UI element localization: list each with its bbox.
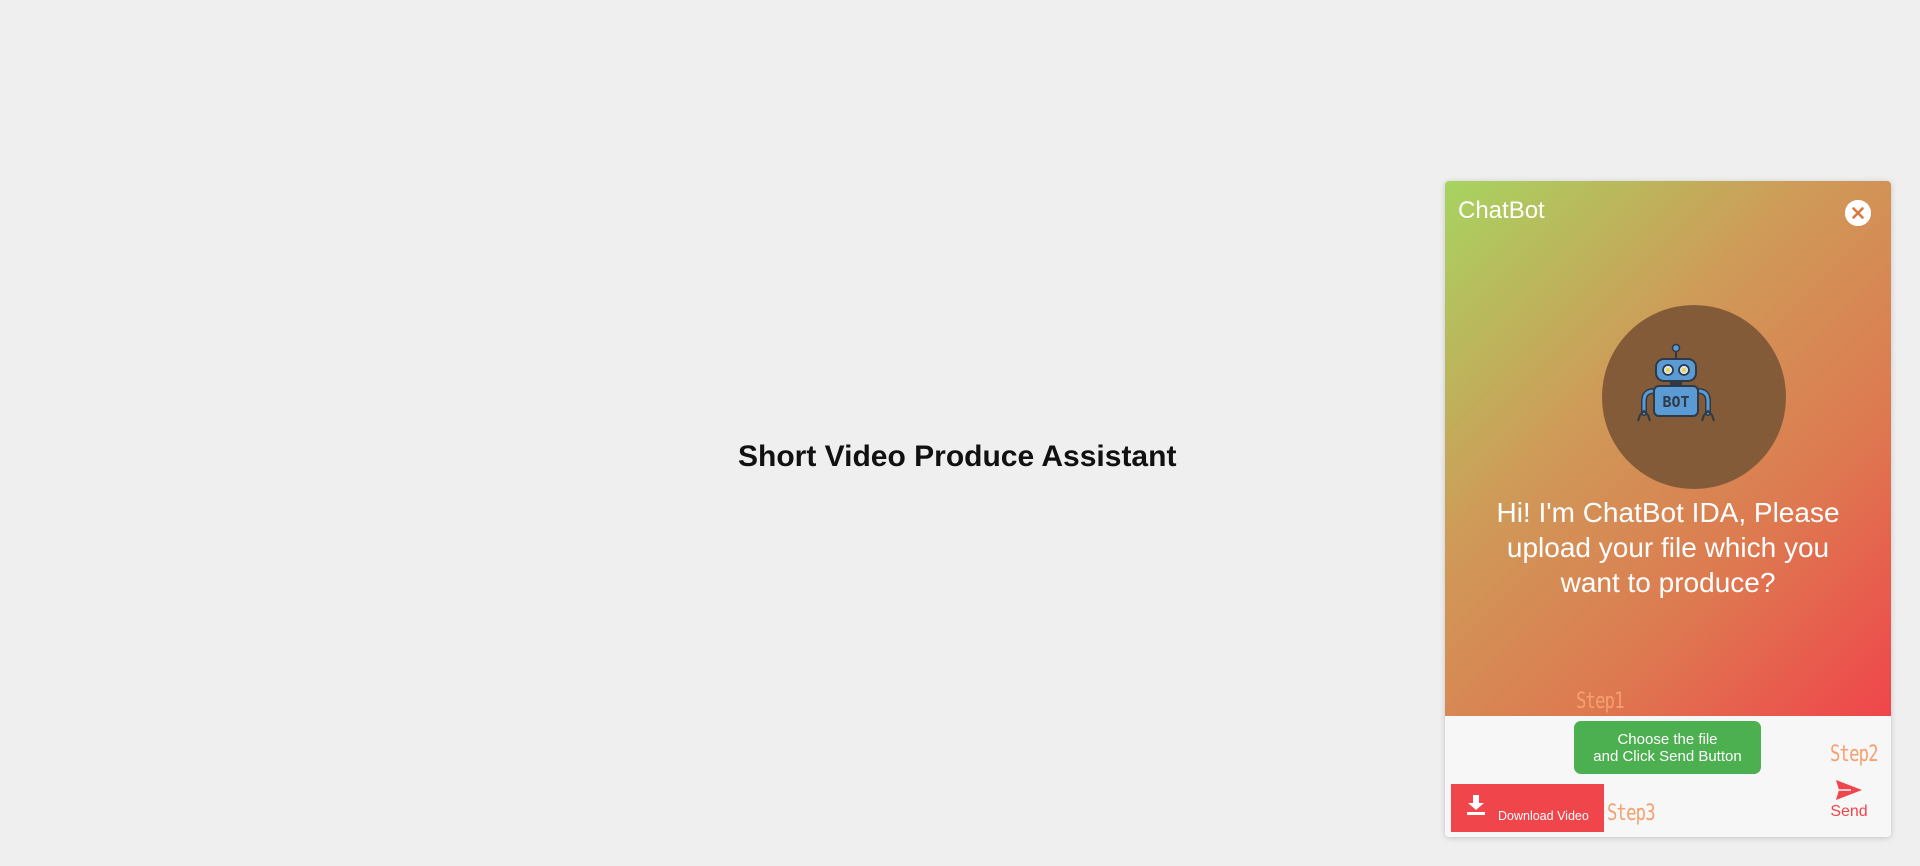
choose-file-label-line1: Choose the file — [1617, 730, 1718, 748]
chatbot-panel: ChatBot BOT Hi! I'm ChatBot IDA, Please … — [1445, 181, 1891, 837]
send-label: Send — [1830, 803, 1868, 820]
close-icon — [1845, 200, 1871, 226]
send-button[interactable]: Send — [1823, 775, 1875, 825]
download-video-button[interactable]: Download Video — [1451, 784, 1604, 832]
page-title: Short Video Produce Assistant — [738, 440, 1177, 473]
step2-label: Step2 — [1830, 742, 1879, 767]
paper-plane-icon — [1836, 780, 1862, 800]
choose-file-button[interactable]: Choose the file and Click Send Button — [1574, 721, 1761, 774]
choose-file-label-line2: and Click Send Button — [1593, 747, 1742, 765]
bot-avatar: BOT — [1602, 305, 1786, 489]
step3-label: Step3 — [1607, 801, 1656, 826]
close-button[interactable] — [1845, 200, 1871, 226]
chatbot-header-title: ChatBot — [1458, 197, 1545, 224]
download-video-label: Download Video — [1498, 809, 1589, 823]
bot-badge-text: BOT — [1662, 393, 1689, 411]
robot-icon: BOT — [1637, 343, 1715, 422]
download-icon — [1467, 795, 1485, 815]
chatbot-body: ChatBot BOT Hi! I'm ChatBot IDA, Please … — [1445, 181, 1891, 716]
chatbot-greeting: Hi! I'm ChatBot IDA, Please upload your … — [1496, 497, 1840, 598]
step1-label: Step1 — [1576, 689, 1625, 714]
